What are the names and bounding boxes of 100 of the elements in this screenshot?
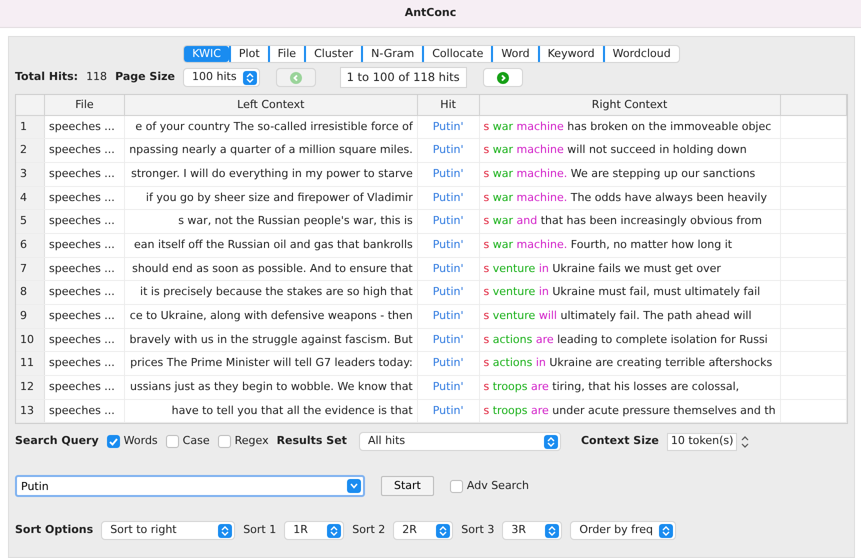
checkbox[interactable] (218, 435, 231, 448)
tab[interactable]: Collocate (422, 46, 492, 62)
right-context-cell: s venture will ultimately fail. The path ahead will (479, 304, 780, 328)
sort-mode-dropdown[interactable]: Sort to right (101, 521, 236, 540)
row-number: 12 (16, 376, 45, 400)
right-context-cell: s actions in Ukraine are creating terrible aftershocks (479, 352, 780, 376)
stepper-icon (218, 524, 232, 538)
left-context-cell: have to tell you that all the evidence is that (124, 399, 418, 423)
left-context-cell: should end as soon as possible. And to ensure that (124, 257, 418, 281)
file-cell: speeches ... (44, 304, 124, 328)
right-context-cell: s war machine. The odds have always been heavily (479, 186, 780, 210)
row-number: 11 (16, 352, 45, 376)
search-query-field[interactable]: Putin (15, 475, 365, 497)
row-number: 6 (16, 233, 45, 258)
hit-cell: Putin' (417, 280, 479, 304)
left-context-cell: bravely with us in the struggle against fascism. But (124, 328, 418, 352)
hit-cell: Putin' (417, 233, 479, 258)
context-size-field[interactable]: 10 token(s) (666, 432, 738, 450)
file-cell: speeches ... (44, 138, 124, 162)
right-context-cell: s war machine will not succeed in holding down (479, 138, 780, 162)
page-size-dropdown[interactable]: 100 hits (182, 68, 260, 87)
total-hits-value: 118 (86, 69, 108, 86)
column-header[interactable]: Left Context (124, 95, 418, 115)
column-header[interactable]: Right Context (479, 95, 780, 115)
file-cell: speeches ... (44, 162, 124, 186)
left-context-cell: stronger. I will do everything in my power to starve (124, 162, 418, 186)
tab[interactable]: Cluster (304, 46, 362, 62)
file-cell: speeches ... (44, 352, 124, 376)
left-context-cell: prices The Prime Minister will tell G7 leaders today: (124, 352, 418, 376)
left-context-cell: ean itself off the Russian oil and gas that bankrolls (124, 233, 418, 258)
left-context-cell: s war, not the Russian people's war, this is (124, 210, 418, 234)
row-number: 2 (16, 138, 45, 162)
hit-cell: Putin' (417, 257, 479, 281)
sort-level-label: Sort 1 (243, 522, 276, 538)
row-number: 3 (16, 162, 45, 186)
spinner-icon[interactable] (741, 434, 750, 448)
right-context-cell: s war and that has been increasingly obvious from (479, 210, 780, 234)
column-header[interactable]: File (44, 95, 124, 115)
hit-cell: Putin' (417, 186, 479, 210)
file-cell: speeches ... (44, 257, 124, 281)
right-context-cell: s actions are leading to complete isolation for Russi (479, 328, 780, 352)
file-cell: speeches ... (44, 233, 124, 258)
checkbox-label: Case (182, 433, 210, 450)
stepper-icon (436, 524, 450, 538)
file-cell: speeches ... (44, 115, 124, 139)
right-context-cell: s venture in Ukraine fails we must get over (479, 257, 780, 281)
start-button[interactable]: Start (381, 476, 434, 496)
page-size-label: Page Size (115, 69, 175, 86)
hit-cell: Putin' (417, 138, 479, 162)
checkbox-label: Regex (234, 433, 269, 450)
hit-cell: Putin' (417, 399, 479, 423)
sort-level-dropdown[interactable]: 3R (502, 521, 562, 540)
file-cell: speeches ... (44, 186, 124, 210)
sort-level-label: Sort 2 (352, 522, 386, 538)
hit-cell: Putin' (417, 328, 479, 352)
column-header[interactable]: Hit (417, 95, 479, 115)
stepper-icon (242, 70, 257, 84)
sort-options-label: Sort Options (15, 522, 94, 538)
file-cell: speeches ... (44, 210, 124, 234)
left-context-cell: e of your country The so-called irresistible force of (124, 115, 418, 139)
next-page-button[interactable] (482, 68, 523, 87)
hit-cell: Putin' (417, 376, 479, 400)
row-number: 9 (16, 304, 45, 328)
tab[interactable]: File (268, 46, 304, 62)
right-context-cell: s war machine has broken on the immoveable objec (479, 115, 780, 139)
tab[interactable]: Word (491, 46, 538, 62)
sort-level-dropdown[interactable]: 1R (284, 521, 344, 540)
page-range-field: 1 to 100 of 118 hits (340, 67, 467, 88)
tab[interactable]: Keyword (538, 46, 603, 62)
hit-cell: Putin' (417, 162, 479, 186)
left-context-cell: it is precisely because the stakes are so high that (124, 280, 418, 304)
row-number: 8 (16, 280, 45, 304)
tab[interactable]: Wordcloud (602, 46, 679, 62)
right-context-cell: s war machine. We are stepping up our sanctions (479, 162, 780, 186)
tab[interactable]: Plot (228, 46, 268, 62)
checkbox[interactable] (106, 435, 120, 448)
checkbox[interactable] (166, 435, 179, 448)
left-context-cell: if you go by sheer size and firepower of Vladimir (124, 186, 418, 210)
left-context-cell: npassing nearly a quarter of a million square miles. (124, 138, 418, 162)
tab[interactable]: N-Gram (361, 46, 422, 62)
row-number: 13 (16, 399, 45, 423)
row-number: 5 (16, 210, 45, 234)
total-hits-label: Total Hits: (15, 69, 78, 86)
sort-level-dropdown[interactable]: 2R (393, 521, 454, 540)
hit-cell: Putin' (417, 352, 479, 376)
left-context-cell: ussians just as they begin to wobble. We know that (124, 376, 418, 400)
right-context-cell: s venture in Ukraine must fail, must ultimately fail (479, 280, 780, 304)
file-cell: speeches ... (44, 328, 124, 352)
row-number: 10 (16, 328, 45, 352)
file-cell: speeches ... (44, 399, 124, 423)
right-context-cell: s troops are tiring, that his losses are colossal, (479, 376, 780, 400)
file-cell: speeches ... (44, 376, 124, 400)
order-dropdown[interactable]: Order by freq (570, 521, 676, 540)
file-cell: speeches ... (44, 280, 124, 304)
dropdown-icon[interactable] (347, 479, 361, 493)
checkbox[interactable] (450, 480, 463, 492)
checkbox-label: Adv Search (466, 478, 529, 494)
window-title: AntConc (404, 5, 456, 22)
context-size-label: Context Size (580, 433, 659, 450)
results-set-dropdown[interactable]: All hits (358, 432, 561, 451)
